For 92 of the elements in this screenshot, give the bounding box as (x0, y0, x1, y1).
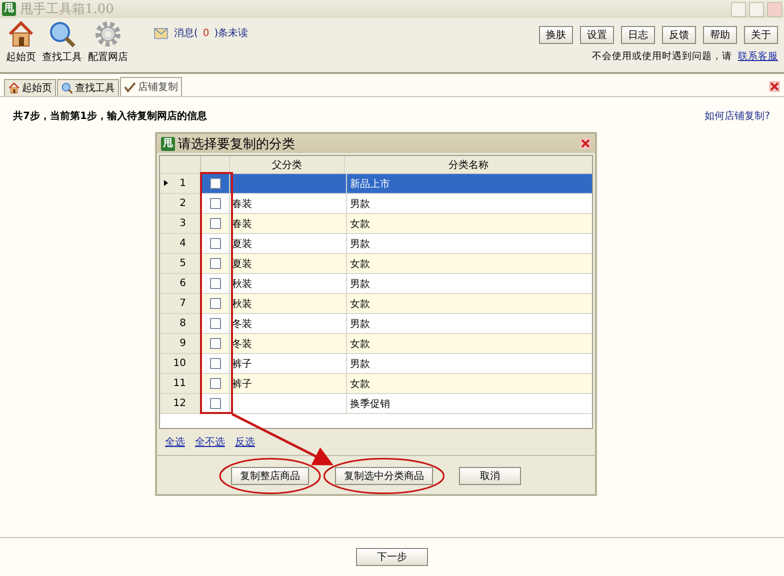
dialog-button[interactable]: 复制整店商品 (231, 467, 309, 485)
contact-link[interactable]: 联系客服 (738, 51, 778, 62)
row-header[interactable]: 5 (160, 254, 201, 273)
table-cell-text: 夏装 (232, 258, 252, 270)
help-link[interactable]: 如何店铺复制? (704, 109, 770, 123)
table-row[interactable]: 11 裤子 女款 (160, 374, 592, 394)
checkbox[interactable] (210, 378, 220, 389)
dialog-button[interactable]: 取消 (459, 467, 521, 485)
table-cell-text: 冬装 (232, 318, 252, 330)
table-cell-text: 女款 (350, 218, 370, 230)
close-icon[interactable] (580, 138, 591, 149)
tab[interactable]: 店铺复制 (120, 77, 182, 96)
row-pointer-icon (164, 180, 168, 186)
table-cell-text: 春装 (232, 218, 252, 230)
selection-link[interactable]: 全不选 (195, 435, 225, 449)
dialog-button[interactable]: 复制选中分类商品 (335, 467, 433, 485)
checkbox[interactable] (210, 358, 220, 369)
tab[interactable]: 起始页 (4, 79, 56, 96)
help-text: 不会使用或使用时遇到问题，请 (592, 51, 732, 62)
house-icon (8, 82, 20, 94)
selection-link[interactable]: 反选 (235, 435, 255, 449)
table-row[interactable]: 9 冬装 女款 (160, 334, 592, 354)
row-header[interactable]: 4 (160, 234, 201, 253)
table-cell-text: 女款 (350, 338, 370, 350)
column-header: 父分类 (230, 156, 345, 173)
checkbox[interactable] (210, 238, 220, 249)
table-cell-text: 裤子 (232, 358, 252, 370)
check-icon (124, 81, 136, 93)
search-icon (61, 82, 73, 94)
checkbox[interactable] (210, 198, 220, 209)
row-header[interactable]: 10 (160, 354, 201, 373)
checkbox[interactable] (210, 178, 220, 189)
table-row[interactable]: 5 夏装 女款 (160, 254, 592, 274)
table-cell-text: 男款 (350, 198, 370, 210)
checkbox[interactable] (210, 278, 220, 289)
table-row[interactable]: 3 春装 女款 (160, 214, 592, 234)
toolbar-button[interactable]: 设置 (580, 26, 614, 44)
table-cell-text: 女款 (350, 298, 370, 310)
toolbar-button[interactable]: 配置网店 (88, 20, 128, 64)
row-header[interactable]: 6 (160, 274, 201, 293)
table-cell-text: 冬装 (232, 338, 252, 350)
checkbox[interactable] (210, 298, 220, 309)
table-cell-text: 女款 (350, 378, 370, 390)
table-cell-text: 男款 (350, 318, 370, 330)
row-header[interactable]: 12 (160, 394, 201, 413)
checkbox[interactable] (210, 318, 220, 329)
toolbar-button[interactable]: 换肤 (539, 26, 573, 44)
search-icon (48, 20, 76, 48)
app-logo: 甩 (161, 136, 175, 150)
checkbox[interactable] (210, 338, 220, 349)
row-header[interactable]: 8 (160, 314, 201, 333)
selection-link[interactable]: 全选 (165, 435, 185, 449)
row-header[interactable]: 2 (160, 194, 201, 213)
table-row[interactable]: 1 新品上市 (160, 174, 592, 194)
app-logo: 甩 (2, 2, 16, 16)
table-cell-text: 裤子 (232, 378, 252, 390)
table-cell-text: 女款 (350, 258, 370, 270)
table-row[interactable]: 12 换季促销 (160, 394, 592, 414)
table-cell-text: 男款 (350, 238, 370, 250)
step-text: 共7步，当前第1步，输入待复制网店的信息 (13, 109, 207, 123)
table-cell-text: 夏装 (232, 238, 252, 250)
row-header[interactable]: 11 (160, 374, 201, 393)
table-cell-text: 男款 (350, 278, 370, 290)
row-header[interactable]: 1 (160, 174, 201, 193)
close-icon[interactable] (769, 80, 780, 92)
message-count[interactable]: 消息( 0 )条未读 (174, 26, 248, 40)
table-cell-text: 新品上市 (350, 178, 390, 190)
checkbox[interactable] (210, 398, 220, 409)
row-header[interactable]: 3 (160, 214, 201, 233)
toolbar-button[interactable]: 起始页 (6, 20, 36, 64)
window-title: 甩手工具箱1.00 (20, 1, 114, 18)
row-header[interactable]: 9 (160, 334, 201, 353)
toolbar-button[interactable]: 关于 (744, 26, 778, 44)
row-header[interactable]: 7 (160, 294, 201, 313)
column-header: 分类名称 (448, 158, 490, 172)
toolbar-button[interactable]: 帮助 (703, 26, 737, 44)
dialog-title: 请选择要复制的分类 (178, 136, 295, 152)
checkbox[interactable] (210, 218, 220, 229)
house-icon (7, 20, 35, 48)
tab[interactable]: 查找工具 (57, 79, 119, 96)
next-button[interactable]: 下一步 (356, 548, 428, 566)
toolbar-button[interactable]: 查找工具 (42, 20, 82, 64)
envelope-icon (154, 28, 168, 38)
table-cell-text: 秋装 (232, 278, 252, 290)
table-cell-text: 春装 (232, 198, 252, 210)
table-cell-text: 换季促销 (350, 398, 390, 410)
table-row[interactable]: 7 秋装 女款 (160, 294, 592, 314)
table-cell-text: 秋装 (232, 298, 252, 310)
checkbox[interactable] (210, 258, 220, 269)
toolbar-button[interactable]: 反馈 (662, 26, 696, 44)
toolbar-button[interactable]: 日志 (621, 26, 655, 44)
table-cell-text: 男款 (350, 358, 370, 370)
